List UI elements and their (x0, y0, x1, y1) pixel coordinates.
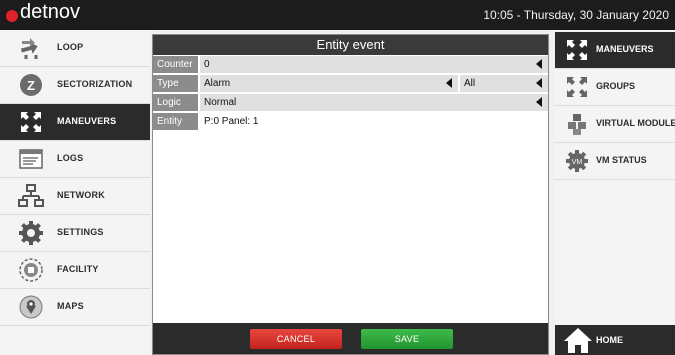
logic-row: Logic Normal (153, 94, 548, 111)
type-arrow-icon[interactable] (446, 78, 452, 88)
sidebar-item-network[interactable]: NETWORK (0, 178, 150, 214)
counter-value: 0 (204, 59, 210, 70)
save-button[interactable]: SAVE (361, 329, 453, 349)
type-select[interactable]: Alarm (200, 75, 458, 92)
entity-row: Entity P:0 Panel: 1 (153, 113, 548, 130)
sidebar-item-label: LOGS (57, 153, 84, 163)
rsidebar-item-label: VIRTUAL MODULES (596, 118, 675, 128)
sidebar-item-label: NETWORK (57, 190, 105, 200)
type-filter-arrow-icon[interactable] (536, 78, 542, 88)
rsidebar-item-label: GROUPS (596, 81, 636, 91)
sidebar-item-facility[interactable]: FACILITY (0, 252, 150, 288)
datetime-display: 10:05 - Thursday, 30 January 2020 (483, 8, 669, 22)
sidebar-item-settings[interactable]: SETTINGS (0, 215, 150, 251)
top-bar: detnov 10:05 - Thursday, 30 January 2020 (0, 0, 675, 30)
loop-icon (20, 38, 38, 59)
rsidebar-item-vm-status[interactable]: VM VM STATUS (555, 143, 675, 179)
dialog-footer: CANCEL SAVE (153, 323, 548, 354)
home-button[interactable]: HOME (555, 325, 675, 355)
entity-label: Entity (153, 113, 198, 130)
brand-logo-dot (6, 10, 18, 22)
entity-field[interactable]: P:0 Panel: 1 (200, 113, 548, 130)
facility-icon (19, 258, 43, 282)
rsidebar-item-label: VM STATUS (596, 155, 647, 165)
rsidebar-item-maneuvers[interactable]: MANEUVERS (555, 32, 675, 68)
brand-logo: detnov (20, 1, 81, 23)
maneuvers-icon (21, 112, 41, 132)
sidebar-item-label: SECTORIZATION (57, 79, 133, 89)
vm-status-icon: VM (566, 150, 588, 172)
maps-icon (19, 295, 43, 319)
sectorization-icon: Z (20, 74, 42, 96)
sidebar-item-label: LOOP (57, 42, 84, 52)
entity-value: P:0 Panel: 1 (204, 116, 259, 127)
svg-text:VM: VM (572, 159, 583, 166)
counter-arrow-icon[interactable] (536, 59, 542, 69)
divider (555, 179, 675, 180)
type-label: Type (153, 75, 198, 92)
maneuvers-icon (567, 40, 587, 60)
home-label: HOME (596, 335, 623, 345)
sidebar-item-maps[interactable]: MAPS (0, 289, 150, 325)
left-sidebar: LOOP Z SECTORIZATION MANEUVERS LOGS NETW… (0, 30, 150, 355)
logs-icon (19, 149, 43, 169)
counter-label: Counter (153, 56, 198, 73)
counter-row: Counter 0 (153, 56, 548, 73)
app-root: detnov 10:05 - Thursday, 30 January 2020… (0, 0, 675, 355)
rsidebar-item-virtual-modules[interactable]: VIRTUAL MODULES (555, 106, 675, 142)
logic-select[interactable]: Normal (200, 94, 548, 111)
type-value: Alarm (204, 78, 231, 89)
sidebar-item-maneuvers[interactable]: MANEUVERS (0, 104, 150, 140)
sidebar-item-loop[interactable]: LOOP (0, 30, 150, 66)
divider (0, 325, 150, 326)
sidebar-item-label: FACILITY (57, 264, 99, 274)
sidebar-item-label: SETTINGS (57, 227, 104, 237)
cancel-button[interactable]: CANCEL (250, 329, 342, 349)
network-icon (18, 184, 44, 207)
counter-field[interactable]: 0 (200, 56, 548, 73)
type-filter-value: All (464, 78, 476, 89)
type-row: Type Alarm All (153, 75, 548, 92)
sidebar-item-sectorization[interactable]: Z SECTORIZATION (0, 67, 150, 103)
sidebar-item-label: MAPS (57, 301, 84, 311)
right-sidebar: MANEUVERS GROUPS VIRTUAL MODULES VM VM S… (555, 30, 675, 355)
rsidebar-item-groups[interactable]: GROUPS (555, 69, 675, 105)
rsidebar-item-label: MANEUVERS (596, 44, 654, 54)
logic-label: Logic (153, 94, 198, 111)
sidebar-item-label: MANEUVERS (57, 116, 117, 126)
entity-event-dialog: Entity event Counter 0 Type Alarm All Lo… (152, 34, 549, 355)
home-icon (564, 328, 592, 353)
gear-icon (19, 221, 43, 245)
dialog-title: Entity event (153, 35, 548, 55)
type-filter-select[interactable]: All (460, 75, 548, 92)
logic-arrow-icon[interactable] (536, 97, 542, 107)
groups-icon (567, 77, 587, 97)
logic-value: Normal (204, 97, 237, 108)
virtual-modules-icon (568, 114, 586, 135)
svg-text:Z: Z (27, 78, 35, 93)
sidebar-item-logs[interactable]: LOGS (0, 141, 150, 177)
